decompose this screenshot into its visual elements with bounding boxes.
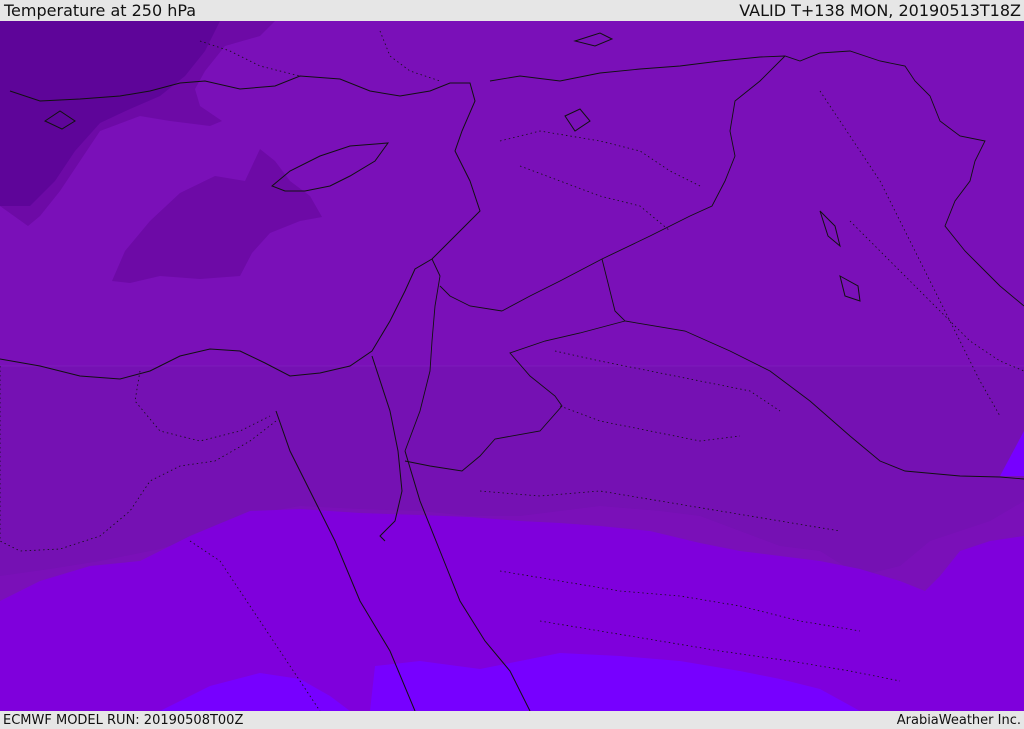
weather-map[interactable] <box>0 21 1024 711</box>
footer-bar: ECMWF MODEL RUN: 20190508T00Z ArabiaWeat… <box>0 711 1024 729</box>
map-title: Temperature at 250 hPa <box>4 1 197 20</box>
header-bar: Temperature at 250 hPa VALID T+138 MON, … <box>0 0 1024 21</box>
valid-time: VALID T+138 MON, 20190513T18Z <box>739 1 1021 20</box>
model-run: ECMWF MODEL RUN: 20190508T00Z <box>3 712 244 728</box>
map-canvas <box>0 21 1024 711</box>
credit: ArabiaWeather Inc. <box>896 712 1021 728</box>
